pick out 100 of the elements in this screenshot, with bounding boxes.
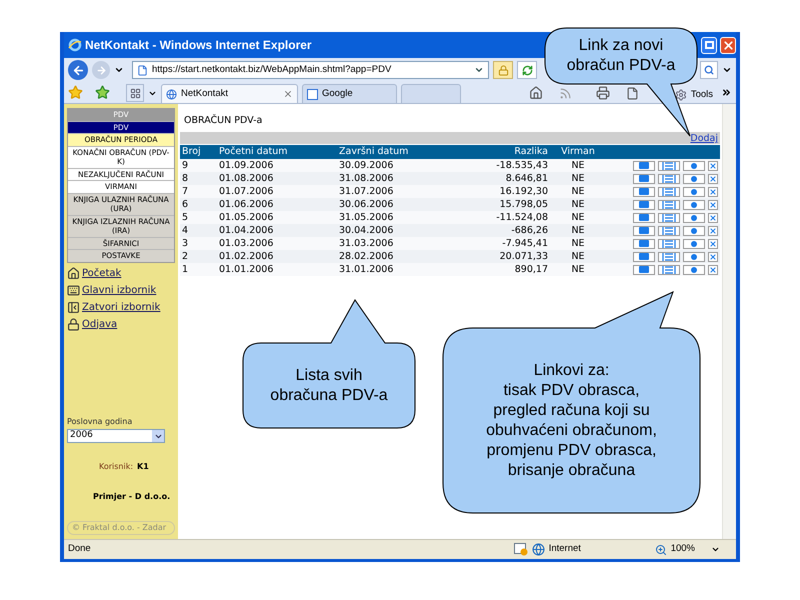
column-header: Broj [181,145,202,160]
star-icon[interactable] [68,85,83,100]
refresh-button[interactable] [517,61,537,79]
delete-button[interactable] [708,212,718,223]
refresh-icon [522,64,532,76]
delete-button[interactable] [708,160,718,171]
list-button[interactable] [658,264,680,275]
edit-button[interactable] [683,238,705,249]
browser-logo-icon [68,38,82,52]
printer-icon[interactable] [596,86,610,100]
star-icon[interactable] [95,85,110,100]
caret-icon[interactable] [474,65,484,75]
zoom-level[interactable]: 100% [670,542,695,557]
print-button[interactable] [633,226,655,236]
scrollbar[interactable] [722,104,736,539]
list-button[interactable] [658,238,680,249]
quick-tabs-button[interactable] [126,84,144,102]
address-field[interactable]: https://start.netkontakt.biz/WebAppMain.shtml?app=PDV [132,61,489,79]
list-button[interactable] [658,160,680,171]
close-button[interactable] [720,36,736,54]
print-button[interactable] [633,186,655,197]
list-icon [662,200,676,209]
browser-tab[interactable]: NetKontakt [161,84,298,103]
list-button[interactable] [658,226,680,236]
lock-icon [498,64,508,76]
more-icon[interactable] [721,87,732,98]
close-tab-icon[interactable] [283,89,293,99]
list-button[interactable] [658,174,680,184]
edit-button[interactable] [683,252,705,262]
lock-button[interactable] [493,61,513,79]
delete-icon [709,240,717,248]
zone-text: Internet [548,542,582,556]
table-cell-text: 01.06.2006 [218,198,274,211]
sidebar-link[interactable]: Odjava [82,316,118,332]
delete-button[interactable] [708,200,718,210]
table-cell-text: -686,26 [510,224,549,237]
edit-button[interactable] [683,160,705,171]
table-cell-text: 15.798,05 [498,198,549,211]
print-button[interactable] [633,238,655,249]
edit-button[interactable] [683,174,705,184]
print-button[interactable] [633,160,655,171]
edit-button[interactable] [683,186,705,197]
gear-icon[interactable] [674,89,687,101]
print-button[interactable] [633,200,655,210]
table-cell-text: NE [570,250,586,263]
print-button[interactable] [633,264,655,275]
edit-button[interactable] [683,212,705,223]
delete-button[interactable] [708,264,718,275]
table-cell-text: 3 [181,238,190,250]
dropdown-button[interactable] [152,430,164,442]
house-icon[interactable] [528,86,543,100]
list-button[interactable] [658,252,680,262]
sidebar-link[interactable]: Glavni izbornik [82,282,156,298]
delete-icon [709,174,717,183]
search-button[interactable] [700,61,718,79]
window-title: NetKontakt - Windows Internet Explorer [85,37,312,54]
sidebar-link[interactable]: Zatvori izbornik [82,300,160,314]
edit-button[interactable] [683,264,705,275]
table-cell-text: 31.07.2006 [338,186,394,198]
table-cell-text: 30.04.2006 [338,224,394,237]
delete-button[interactable] [708,252,718,262]
delete-icon [709,226,717,235]
feed-icon[interactable] [558,87,572,100]
caret-icon[interactable] [722,65,732,75]
print-button[interactable] [633,212,655,223]
table-cell-text: -7.945,41 [501,238,549,250]
table-cell-text: 4 [181,224,190,237]
table-cell-text: 16.192,30 [498,186,549,198]
year-select[interactable]: 2006 [67,429,165,443]
browser-tab[interactable]: Google [302,84,397,103]
field-label: Poslovna godina [67,416,134,428]
column-header: Završni datum [338,145,410,160]
keyboard-icon [67,284,80,296]
delete-button[interactable] [708,226,718,236]
delete-button[interactable] [708,186,718,197]
edit-button[interactable] [683,226,705,236]
maximize-button[interactable] [701,36,717,54]
list-button[interactable] [658,212,680,223]
back-button[interactable] [68,60,88,80]
edit-button[interactable] [683,200,705,210]
sidebar-link[interactable]: Početak [82,266,122,280]
caret-icon[interactable] [114,65,124,75]
caret-icon[interactable] [711,545,720,554]
list-icon [662,188,676,196]
tools-button[interactable]: Tools [690,88,713,102]
list-button[interactable] [658,186,680,197]
table-cell-text: 1 [181,264,190,276]
company-name: Primjer - D d.o.o. [92,491,172,503]
print-button[interactable] [633,174,655,184]
add-link[interactable]: Dodaj [690,132,718,146]
table-cell-text: 31.01.2006 [338,264,394,276]
delete-button[interactable] [708,174,718,184]
caret-icon[interactable] [148,89,157,98]
list-button[interactable] [658,200,680,210]
table-cell-text: NE [570,238,586,250]
table-cell-text: 01.08.2006 [218,172,274,185]
delete-button[interactable] [708,238,718,249]
zoom-icon [654,544,667,556]
print-button[interactable] [633,252,655,262]
table-cell-text: NE [570,264,586,276]
